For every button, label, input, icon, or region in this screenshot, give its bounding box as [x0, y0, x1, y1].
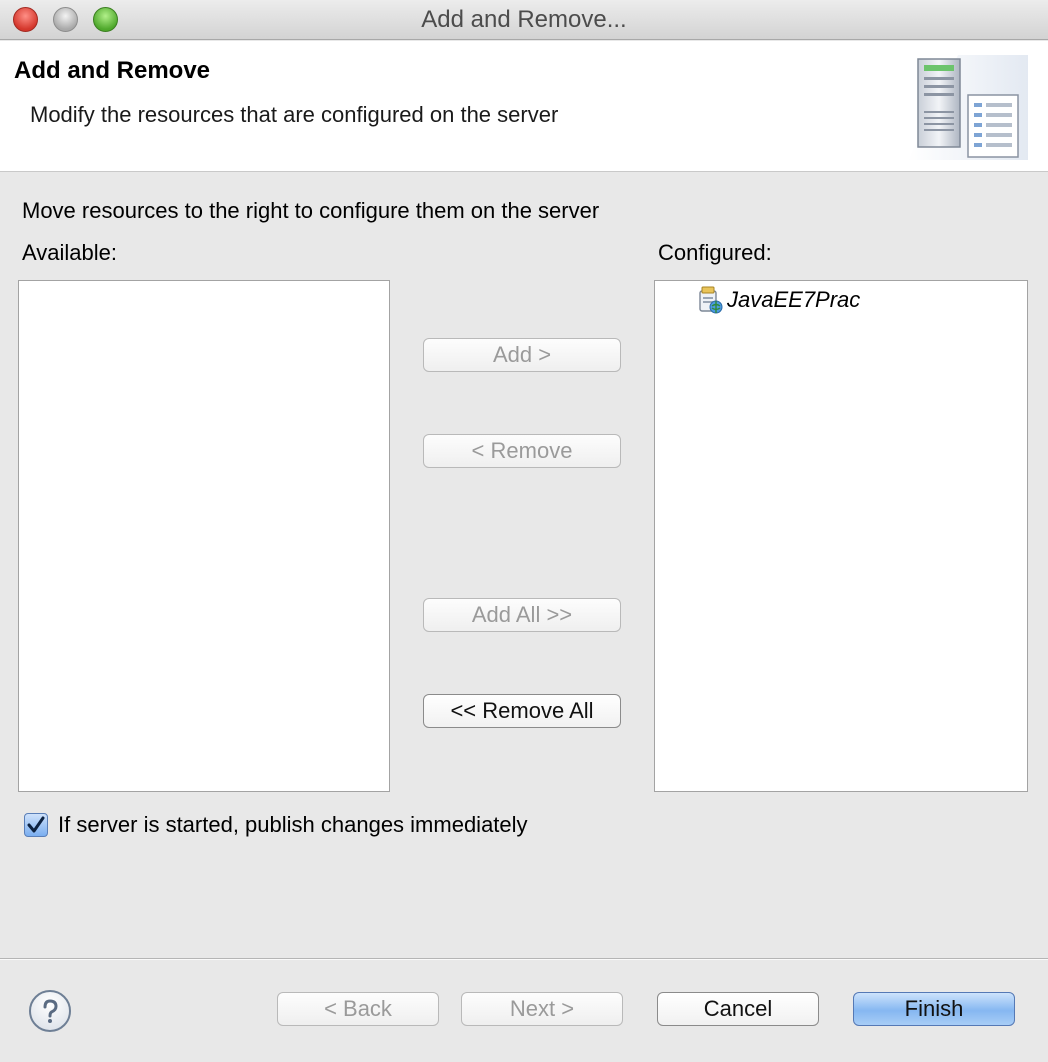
cancel-button[interactable]: Cancel — [657, 992, 819, 1026]
available-label: Available: — [22, 240, 117, 265]
window-title: Add and Remove... — [421, 6, 627, 33]
configured-label: Configured: — [658, 240, 772, 265]
next-button[interactable]: Next > — [461, 992, 623, 1026]
instructions-label: Move resources to the right to configure… — [22, 198, 600, 223]
publish-option[interactable]: If server is started, publish changes im… — [24, 810, 528, 840]
remove-all-button[interactable]: << Remove All — [423, 694, 621, 728]
add-button[interactable]: Add > — [423, 338, 621, 372]
wizard-header: Add and Remove Modify the resources that… — [0, 41, 1048, 172]
checkmark-icon — [27, 816, 45, 833]
list-item-label: JavaEE7Prac — [727, 287, 861, 312]
server-banner-icon — [908, 55, 1028, 160]
remove-button[interactable]: < Remove — [423, 434, 621, 468]
title-bar: Add and Remove... — [0, 0, 1048, 40]
page-description: Modify the resources that are configured… — [30, 102, 559, 127]
publish-checkbox[interactable] — [24, 813, 48, 837]
web-project-icon — [699, 286, 723, 314]
help-button[interactable] — [29, 990, 71, 1032]
back-button[interactable]: < Back — [277, 992, 439, 1026]
configured-list[interactable]: JavaEE7Prac — [654, 280, 1028, 792]
question-mark-icon — [43, 999, 58, 1023]
available-list[interactable] — [18, 280, 390, 792]
list-item[interactable]: JavaEE7Prac — [697, 285, 860, 315]
add-all-button[interactable]: Add All >> — [423, 598, 621, 632]
footer-divider — [0, 958, 1048, 960]
page-title: Add and Remove — [14, 57, 211, 84]
finish-button[interactable]: Finish — [853, 992, 1015, 1026]
publish-checkbox-label: If server is started, publish changes im… — [58, 812, 528, 837]
